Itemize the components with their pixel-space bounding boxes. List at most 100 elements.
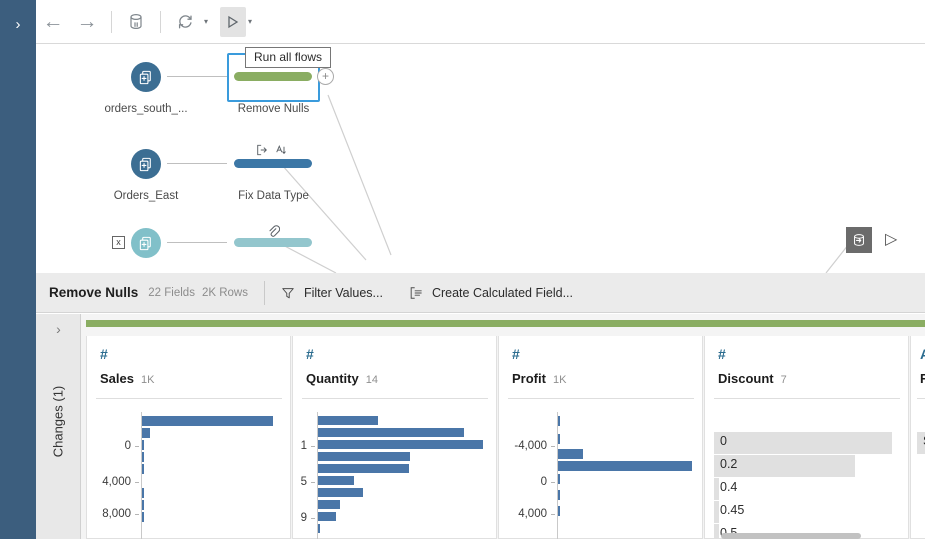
histogram-quantity[interactable]: 1 5 9 (293, 412, 498, 539)
field-name: Discount (718, 371, 774, 386)
step-icons-1 (256, 144, 287, 160)
axis-tickmark (551, 446, 555, 447)
field-name: Profit (512, 371, 546, 386)
value-row[interactable]: 0.45 (714, 501, 904, 523)
histogram-bar[interactable] (142, 500, 144, 510)
histogram-bar[interactable] (318, 428, 464, 437)
histogram-bar[interactable] (318, 452, 410, 461)
input-node-third[interactable] (131, 228, 161, 258)
run-output-button[interactable]: ▷ (885, 229, 897, 249)
profile-pane[interactable]: # Sales 1K 0 4,000 8,000 # Quantity 14 1… (81, 314, 925, 539)
field-card-discount[interactable]: # Discount 7 0 0.2 0.4 0.45 (704, 336, 909, 539)
connector-2 (167, 242, 227, 243)
forward-button[interactable]: → (70, 7, 104, 37)
histogram-bar[interactable] (142, 488, 144, 498)
add-step-plus-icon[interactable]: + (317, 68, 334, 85)
create-calculated-field-label: Create Calculated Field... (431, 285, 573, 300)
create-calculated-field-button[interactable]: Create Calculated Field... (409, 286, 573, 300)
axis-tickmark (135, 446, 139, 447)
run-flow-button[interactable] (220, 6, 247, 37)
expand-sidebar-icon[interactable]: › (0, 12, 36, 36)
step-node-label-1: Fix Data Type (238, 190, 309, 202)
rename-icon (256, 144, 268, 160)
input-node-orders-east[interactable] (131, 149, 161, 179)
field-card-header: Sales 1K (100, 371, 154, 386)
datatype-icon (275, 144, 287, 160)
field-card-header: Quantity 14 (306, 371, 378, 386)
flow-connector-lines (278, 94, 857, 273)
filter-values-button[interactable]: Filter Values... (281, 286, 383, 300)
field-card-sales[interactable]: # Sales 1K 0 4,000 8,000 (86, 336, 291, 539)
refresh-dropdown-icon[interactable]: ▾ (204, 17, 208, 26)
back-button[interactable]: ← (36, 7, 70, 37)
filter-values-label: Filter Values... (303, 285, 383, 300)
value-list-partial[interactable]: S (917, 432, 925, 455)
histogram-bar[interactable] (318, 500, 340, 509)
histogram-bar[interactable] (558, 474, 560, 484)
pause-data-updates-button[interactable] (119, 7, 153, 37)
field-card-profit[interactable]: # Profit 1K -4,000 0 4,000 (498, 336, 703, 539)
axis-tickmark (311, 446, 315, 447)
axis-tick-label: -4,000 (514, 440, 547, 452)
value-row[interactable]: 0.4 (714, 478, 904, 500)
value-row[interactable]: 0 (714, 432, 904, 454)
histogram-sales[interactable]: 0 4,000 8,000 (87, 412, 292, 539)
histogram-bar[interactable] (318, 524, 320, 533)
axis-tick-label: 4,000 (518, 508, 547, 520)
field-distinct-count: 1K (140, 374, 155, 386)
field-name: Quantity (306, 371, 359, 386)
histogram-bar[interactable] (558, 416, 560, 426)
value-row[interactable]: 0.2 (714, 455, 904, 477)
histogram-bar[interactable] (318, 464, 409, 473)
histogram-bar[interactable] (318, 488, 363, 497)
step-node-third[interactable] (234, 238, 312, 247)
histogram-bar[interactable] (318, 440, 483, 449)
histogram-profit[interactable]: -4,000 0 4,000 (499, 412, 704, 539)
run-group: ▾ (220, 6, 252, 37)
run-dropdown-icon[interactable]: ▾ (248, 17, 252, 26)
histogram-bar[interactable] (142, 464, 144, 474)
profile-hscrollbar-thumb[interactable] (721, 533, 861, 539)
axis-tickmark (311, 518, 315, 519)
axis-tick-label: 8,000 (102, 508, 131, 520)
axis-tick-label: 4,000 (102, 476, 131, 488)
remove-input-x-badge[interactable]: x (112, 236, 125, 249)
refresh-button[interactable] (168, 7, 202, 37)
number-icon: # (512, 346, 520, 362)
field-card-divider (917, 398, 925, 399)
calculated-field-icon (409, 286, 423, 300)
value-list-discount[interactable]: 0 0.2 0.4 0.45 (714, 432, 904, 539)
value-label: 0 (720, 434, 727, 448)
histogram-bar[interactable] (318, 512, 336, 521)
histogram-bar[interactable] (142, 452, 144, 462)
number-icon: # (306, 346, 314, 362)
histogram-bar[interactable] (558, 490, 560, 500)
flow-canvas[interactable]: orders_south_... Remove Nulls + Run all … (36, 45, 925, 273)
changes-panel[interactable]: › Changes (1) (36, 314, 81, 539)
field-card-quantity[interactable]: # Quantity 14 1 5 9 (292, 336, 497, 539)
axis-tick-label: 1 (300, 440, 307, 452)
axis-tickmark (311, 482, 315, 483)
histogram-bar[interactable] (318, 476, 354, 485)
histogram-bar[interactable] (558, 434, 560, 444)
output-step-node[interactable] (846, 227, 872, 253)
toolbar-divider-2 (160, 10, 161, 33)
value-row[interactable]: S (917, 432, 925, 454)
field-card-region-partial[interactable]: A R S (910, 336, 925, 539)
histogram-bar[interactable] (558, 461, 692, 471)
step-node-remove-nulls[interactable] (234, 72, 312, 81)
histogram-bar[interactable] (318, 416, 378, 425)
histogram-bar[interactable] (558, 506, 560, 516)
step-node-fix-data-type[interactable] (234, 159, 312, 168)
input-node-orders-south[interactable] (131, 62, 161, 92)
histogram-bar[interactable] (142, 440, 144, 450)
histogram-bar[interactable] (142, 416, 273, 426)
axis-tickmark (551, 514, 555, 515)
histogram-bar[interactable] (142, 512, 144, 522)
histogram-bar[interactable] (558, 449, 583, 459)
expand-changes-icon[interactable]: › (36, 321, 81, 337)
connector-0 (167, 76, 227, 77)
profile-hscrollbar[interactable] (81, 533, 925, 539)
histogram-bar[interactable] (142, 428, 150, 438)
field-distinct-count: 1K (552, 374, 567, 386)
